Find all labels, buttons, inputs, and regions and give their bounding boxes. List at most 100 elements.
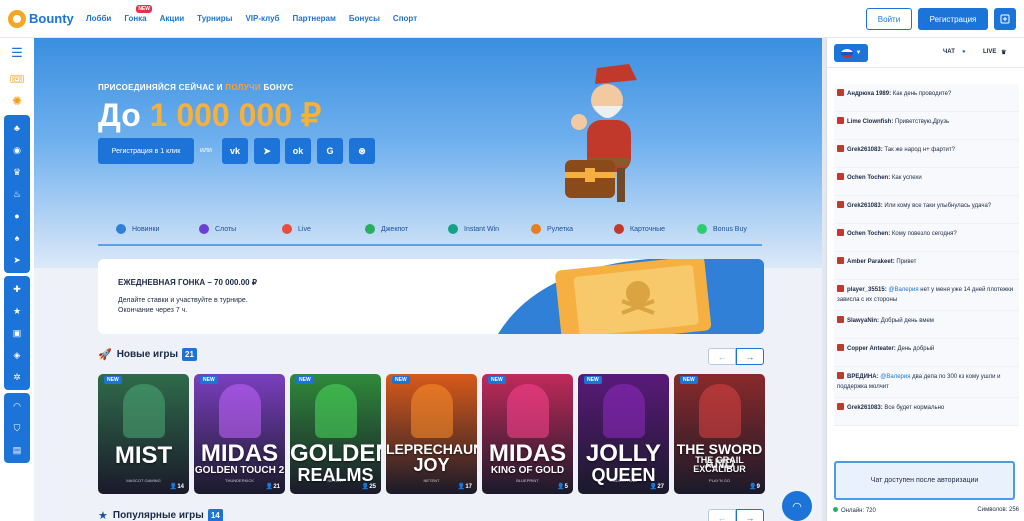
- tab-roulette[interactable]: Рулетка: [513, 224, 594, 234]
- chat-text: Привет: [896, 259, 917, 265]
- trophy-icon[interactable]: ♛: [1001, 49, 1006, 56]
- sidebar-wheel-icon[interactable]: ✲: [4, 366, 30, 388]
- new-badge: NEW: [584, 376, 602, 384]
- chat-bubble-icon: ●: [962, 49, 966, 55]
- sidebar-shield-icon[interactable]: ⛉: [4, 417, 30, 439]
- menu-icon[interactable]: ☰: [0, 38, 34, 68]
- sidebar-telegram-icon[interactable]: ➤: [4, 249, 30, 271]
- nav-partners[interactable]: Партнерам: [292, 14, 335, 23]
- chat-username[interactable]: Ochen Tochen:: [847, 175, 890, 181]
- chat-message: Amber Parakeet: Привет: [834, 252, 1019, 280]
- collapse-chat-button[interactable]: [994, 8, 1016, 30]
- gear-promo-icon[interactable]: ✺: [0, 90, 34, 112]
- user-rank-icon: [837, 403, 844, 410]
- google-icon[interactable]: G: [317, 138, 343, 164]
- user-rank-icon: [837, 344, 844, 351]
- chat-username[interactable]: Grek261083:: [847, 203, 883, 209]
- chat-username[interactable]: Grek261083:: [847, 405, 883, 411]
- user-rank-icon: [837, 285, 844, 292]
- chat-mention[interactable]: @Валерия: [880, 374, 910, 380]
- chat-mention[interactable]: @Валерия: [888, 287, 918, 293]
- sidebar-gift-icon[interactable]: ✚: [4, 278, 30, 300]
- tickets-icon[interactable]: 🎟: [0, 68, 34, 90]
- players-count: 👤27: [649, 484, 664, 490]
- sidebar-star-icon[interactable]: ★: [4, 300, 30, 322]
- tab-instant-win[interactable]: Instant Win: [430, 224, 511, 234]
- chat-username[interactable]: Lime Clownfish:: [847, 119, 893, 125]
- sidebar-present-icon[interactable]: ▣: [4, 322, 30, 344]
- game-card[interactable]: NEW LEPRECHAUN JOY NETENT 👤17: [386, 374, 477, 494]
- nav-lobby[interactable]: Лобби: [86, 14, 111, 23]
- game-card[interactable]: NEW MIDAS GOLDEN TOUCH 2 THUNDERKICK 👤21: [194, 374, 285, 494]
- tab-jackpot[interactable]: Джекпот: [347, 224, 428, 234]
- sidebar-vip-icon[interactable]: ◈: [4, 344, 30, 366]
- tab-live[interactable]: LIVE: [983, 49, 996, 55]
- new-badge: NEW: [136, 5, 152, 13]
- sidebar-document-icon[interactable]: ▤: [4, 439, 30, 461]
- prev-arrow-icon[interactable]: ←: [708, 509, 736, 521]
- chat-message: Ochen Tochen: Кому повезло сегодня?: [834, 224, 1019, 252]
- user-rank-icon: [837, 201, 844, 208]
- user-rank-icon: [837, 89, 844, 96]
- nav-sport[interactable]: Спорт: [393, 14, 417, 23]
- new-games-pager: ← →: [708, 348, 764, 365]
- game-card[interactable]: NEW MIDAS KING OF GOLD BLUEPRINT 👤5: [482, 374, 573, 494]
- steam-icon[interactable]: ⊛: [349, 138, 375, 164]
- sidebar-trophy-icon[interactable]: ♛: [4, 161, 30, 183]
- chat-username[interactable]: Ochen Tochen:: [847, 231, 890, 237]
- live-icon: [282, 224, 292, 234]
- tab-live[interactable]: Live: [264, 224, 345, 234]
- nav-promotions[interactable]: Акции: [160, 14, 185, 23]
- next-arrow-icon[interactable]: →: [736, 348, 764, 365]
- nav-race[interactable]: Гонка NEW: [124, 5, 152, 23]
- chat-username[interactable]: SlawyaNin:: [847, 318, 879, 324]
- prev-arrow-icon[interactable]: ←: [708, 348, 736, 365]
- daily-race-banner[interactable]: ЕЖЕДНЕВНАЯ ГОНКА – 70 000.00 ₽ Делайте с…: [98, 259, 764, 334]
- login-button[interactable]: Войти: [866, 8, 912, 30]
- game-card[interactable]: NEW MIST MASCOT GAMING 👤14: [98, 374, 189, 494]
- chat-username[interactable]: Amber Parakeet:: [847, 259, 895, 265]
- chat-username[interactable]: Copper Anteater:: [847, 346, 896, 352]
- nav-vip-club[interactable]: VIP-клуб: [245, 14, 279, 23]
- tab-chat[interactable]: ЧАТ: [943, 49, 955, 55]
- game-character-art: [123, 384, 165, 438]
- next-arrow-icon[interactable]: →: [736, 509, 764, 521]
- game-character-art: [219, 384, 261, 438]
- chat-username[interactable]: Grek261083:: [847, 147, 883, 153]
- odnoklassniki-icon[interactable]: ok: [285, 138, 311, 164]
- sidebar-cards-icon[interactable]: ♠: [4, 227, 30, 249]
- nav-tournaments[interactable]: Турниры: [197, 14, 232, 23]
- support-headset-button[interactable]: ◠: [782, 491, 812, 521]
- main-content: ПРИСОЕДИНЯЙСЯ СЕЙЧАС И ПОЛУЧИ БОНУС До 1…: [34, 38, 826, 521]
- chat-username[interactable]: ВРЕДИНА:: [847, 374, 879, 380]
- tab-bonus-buy[interactable]: Bonus Buy: [679, 224, 760, 234]
- sidebar-headset-icon[interactable]: ◠: [4, 395, 30, 417]
- hero-register-button[interactable]: Регистрация в 1 клик: [98, 138, 194, 164]
- register-button[interactable]: Регистрация: [918, 8, 988, 30]
- chat-message: ВРЕДИНА: @Валерия два депа по 300 кз ком…: [834, 367, 1019, 398]
- vk-icon[interactable]: vk: [222, 138, 248, 164]
- game-card[interactable]: NEW THE SWORD AND THE GRAIL EXCALIBUR PLAY'…: [674, 374, 765, 494]
- sidebar-hot-icon[interactable]: ♨: [4, 183, 30, 205]
- roulette-icon: [531, 224, 541, 234]
- chat-auth-notice[interactable]: Чат доступен после авторизации: [834, 461, 1015, 500]
- game-card[interactable]: NEWGOLDENREALMSNETENT👤25: [290, 374, 381, 494]
- logo[interactable]: Bounty: [8, 9, 78, 28]
- sidebar-games-icon[interactable]: ♣: [4, 117, 30, 139]
- players-count: 👤5: [557, 484, 568, 490]
- tab-slots[interactable]: Слоты: [181, 224, 262, 234]
- tab-new[interactable]: Новинки: [98, 224, 179, 234]
- or-label: или: [200, 147, 212, 154]
- telegram-icon[interactable]: ➤: [254, 138, 280, 164]
- nav-bonuses[interactable]: Бонусы: [349, 14, 380, 23]
- sidebar-live-icon[interactable]: ◉: [4, 139, 30, 161]
- category-tabs: Новинки Слоты Live Джекпот Instant Win Р…: [98, 214, 762, 246]
- tab-cards[interactable]: Карточные: [596, 224, 677, 234]
- game-card[interactable]: NEW JOLLY QUEEN ENDORPHINA 👤27: [578, 374, 669, 494]
- chat-username[interactable]: Андрюха 1989:: [847, 91, 891, 97]
- sidebar-fast-icon[interactable]: ●: [4, 205, 30, 227]
- new-games-header: 🚀 Новые игры 21: [98, 348, 197, 361]
- chat-message: Андрюха 1989: Как день проводите?: [834, 84, 1019, 112]
- language-select[interactable]: ▼: [834, 44, 868, 62]
- chat-username[interactable]: player_35515:: [847, 287, 887, 293]
